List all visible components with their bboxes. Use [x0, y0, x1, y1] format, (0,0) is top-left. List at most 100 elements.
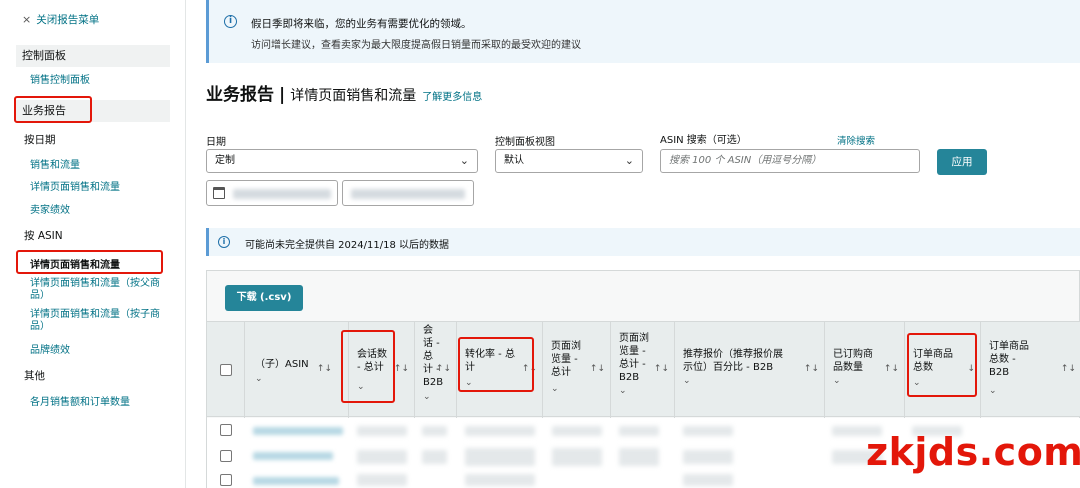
sort-icon[interactable]: ↑↓ [884, 364, 899, 374]
row-checkbox[interactable] [220, 424, 232, 436]
sidebar-link-sales-traffic[interactable]: 销售和流量 [30, 160, 170, 172]
clear-search-link[interactable]: 清除搜索 [837, 133, 875, 147]
site-watermark: zkjds.com [866, 430, 1080, 474]
sort-icon[interactable]: ↑↓ [394, 364, 409, 374]
redacted-cell [357, 426, 407, 436]
sort-icon[interactable]: ↓ [967, 364, 975, 374]
download-csv-button[interactable]: 下载 (.csv) [225, 285, 303, 311]
redacted-cell [619, 426, 659, 436]
calendar-icon [213, 187, 225, 199]
redacted-cell [422, 426, 447, 436]
redacted-cell [357, 450, 407, 464]
sort-icon[interactable]: ↑↓ [654, 364, 669, 374]
column-header-page-views-b2b[interactable]: 页面浏 览量 - 总计 - B2B ↑↓ ⌄ [611, 322, 675, 418]
view-label: 控制面板视图 [495, 137, 555, 148]
column-header-total-order-items-b2b[interactable]: 订单商品 总数 - B2B ↑↓ ⌄ [981, 322, 1080, 418]
redacted-cell [619, 448, 659, 466]
chevron-down-icon: ⌄ [357, 382, 365, 392]
sidebar-link-detail-page-sales[interactable]: 详情页面销售和流量 [30, 182, 170, 194]
close-menu-label: 关闭报告菜单 [36, 14, 100, 26]
view-select-value: 默认 [504, 155, 524, 166]
sidebar-link-brand-performance[interactable]: 品牌绩效 [30, 345, 170, 357]
date-select-value: 定制 [215, 155, 235, 166]
holiday-banner: i 假日季即将来临，您的业务有需要优化的领域。 访问增长建议，查看卖家为最大限度… [206, 0, 1080, 63]
sidebar-link-detail-page-active[interactable]: 详情页面销售和流量 [30, 256, 120, 271]
redacted-asin-link[interactable] [253, 452, 333, 460]
redacted-cell [552, 448, 602, 466]
redacted-start-date [233, 189, 331, 199]
sort-icon[interactable]: ↑↓ [804, 364, 819, 374]
sort-icon[interactable]: ↑↓ [590, 364, 605, 374]
row-checkbox[interactable] [220, 474, 232, 486]
column-label: 推荐报价（推荐报价展 示位）百分比 - B2B [683, 349, 783, 373]
learn-more-link[interactable]: 了解更多信息 [422, 88, 482, 103]
sidebar-link-seller-performance[interactable]: 卖家绩效 [30, 205, 170, 217]
close-report-menu-link[interactable]: × 关闭报告菜单 [22, 12, 99, 27]
dashboard-view-select[interactable]: 默认 ⌄ [495, 149, 643, 173]
column-header-sessions-b2b[interactable]: 会 话 - 总 计 - B2B ↑↓ ⌄ [415, 322, 457, 418]
redacted-cell [683, 474, 733, 486]
row-checkbox[interactable] [220, 450, 232, 462]
column-header-total-order-items[interactable]: 订单商品 总数 ↓ ⌄ [905, 322, 981, 418]
asin-search-input[interactable]: 搜索 100 个 ASIN（用逗号分隔） [660, 149, 920, 173]
start-date-input[interactable] [206, 180, 338, 206]
redacted-cell [683, 450, 733, 464]
page-title-main: 业务报告 [206, 85, 274, 105]
info-icon: i [224, 15, 237, 28]
chevron-down-icon: ⌄ [423, 392, 431, 402]
note-text: 可能尚未完全提供自 2024/11/18 以后的数据 [245, 240, 449, 251]
chevron-down-icon: ⌄ [989, 386, 997, 396]
section-dashboard: 控制面板 [16, 45, 170, 67]
column-header-page-views[interactable]: 页面浏 览量 - 总计 ↑↓ ⌄ [543, 322, 611, 418]
main-content: i 假日季即将来临，您的业务有需要优化的领域。 访问增长建议，查看卖家为最大限度… [186, 0, 1080, 488]
redacted-cell [465, 448, 535, 466]
column-label: 已订购商 品数量 [833, 349, 873, 373]
close-icon: × [22, 13, 32, 26]
data-availability-note: i 可能尚未完全提供自 2024/11/18 以后的数据 [206, 228, 1080, 256]
sort-icon[interactable]: ↑↓ [1061, 364, 1076, 374]
redacted-cell [465, 474, 535, 486]
date-select[interactable]: 定制 ⌄ [206, 149, 478, 173]
chevron-down-icon: ⌄ [551, 384, 559, 394]
redacted-asin-link[interactable] [253, 477, 339, 485]
chevron-down-icon: ⌄ [255, 374, 263, 384]
column-label: 转化率 - 总 计 [465, 349, 515, 373]
redacted-cell [552, 426, 602, 436]
sort-icon[interactable]: ↑↓ [522, 364, 537, 374]
select-all-checkbox[interactable] [220, 364, 232, 376]
redacted-cell [683, 426, 733, 436]
chevron-down-icon: ⌄ [619, 386, 627, 396]
asin-search-label: ASIN 搜索（可选） [660, 135, 747, 146]
page-title-subtitle: 详情页面销售和流量 [290, 88, 417, 104]
column-label: 订单商品 总数 [913, 349, 953, 373]
column-label: 页面浏 览量 - 总计 [551, 341, 581, 378]
chevron-down-icon: ⌄ [459, 154, 469, 167]
column-header-conversion-rate[interactable]: 转化率 - 总 计 ↑↓ ⌄ [457, 322, 543, 418]
column-label: 会话数 - 总计 [357, 349, 387, 373]
sort-icon[interactable]: ↑↓ [436, 364, 451, 374]
chevron-down-icon: ⌄ [913, 378, 921, 388]
report-sidebar: × 关闭报告菜单 控制面板 销售控制面板 业务报告 按日期 销售和流量 详情页面… [0, 0, 186, 488]
sidebar-link-by-parent[interactable]: 详情页面销售和流量（按父商品） [30, 278, 170, 302]
sidebar-link-monthly-sales[interactable]: 各月销售额和订单数量 [30, 397, 170, 409]
section-business-reports: 业务报告 [16, 100, 170, 122]
sidebar-link-sales-dashboard[interactable]: 销售控制面板 [30, 75, 170, 87]
redacted-cell [422, 450, 447, 464]
header-select-all [207, 322, 245, 418]
group-other: 其他 [24, 370, 45, 382]
column-label: 会 话 - 总 计 - B2B [423, 325, 444, 388]
sort-icon[interactable]: ↑↓ [317, 364, 332, 374]
sidebar-link-by-child[interactable]: 详情页面销售和流量（按子商品） [30, 309, 170, 333]
column-header-units-ordered[interactable]: 已订购商 品数量 ↑↓ ⌄ [825, 322, 905, 418]
chevron-down-icon: ⌄ [624, 154, 634, 167]
date-label: 日期 [206, 137, 226, 148]
end-date-input[interactable] [342, 180, 474, 206]
column-header-sessions[interactable]: 会话数 - 总计 ↑↓ ⌄ [349, 322, 415, 418]
column-header-asin[interactable]: （子）ASIN ↑↓ ⌄ [245, 322, 349, 418]
group-by-asin: 按 ASIN [24, 230, 63, 242]
chevron-down-icon: ⌄ [833, 376, 841, 386]
apply-button[interactable]: 应用 [937, 149, 987, 175]
column-header-featured-offer-b2b[interactable]: 推荐报价（推荐报价展 示位）百分比 - B2B ↑↓ ⌄ [675, 322, 825, 418]
banner-line-2[interactable]: 访问增长建议，查看卖家为最大限度提高假日销量而采取的最受欢迎的建议 [251, 36, 581, 51]
redacted-asin-link[interactable] [253, 427, 343, 435]
